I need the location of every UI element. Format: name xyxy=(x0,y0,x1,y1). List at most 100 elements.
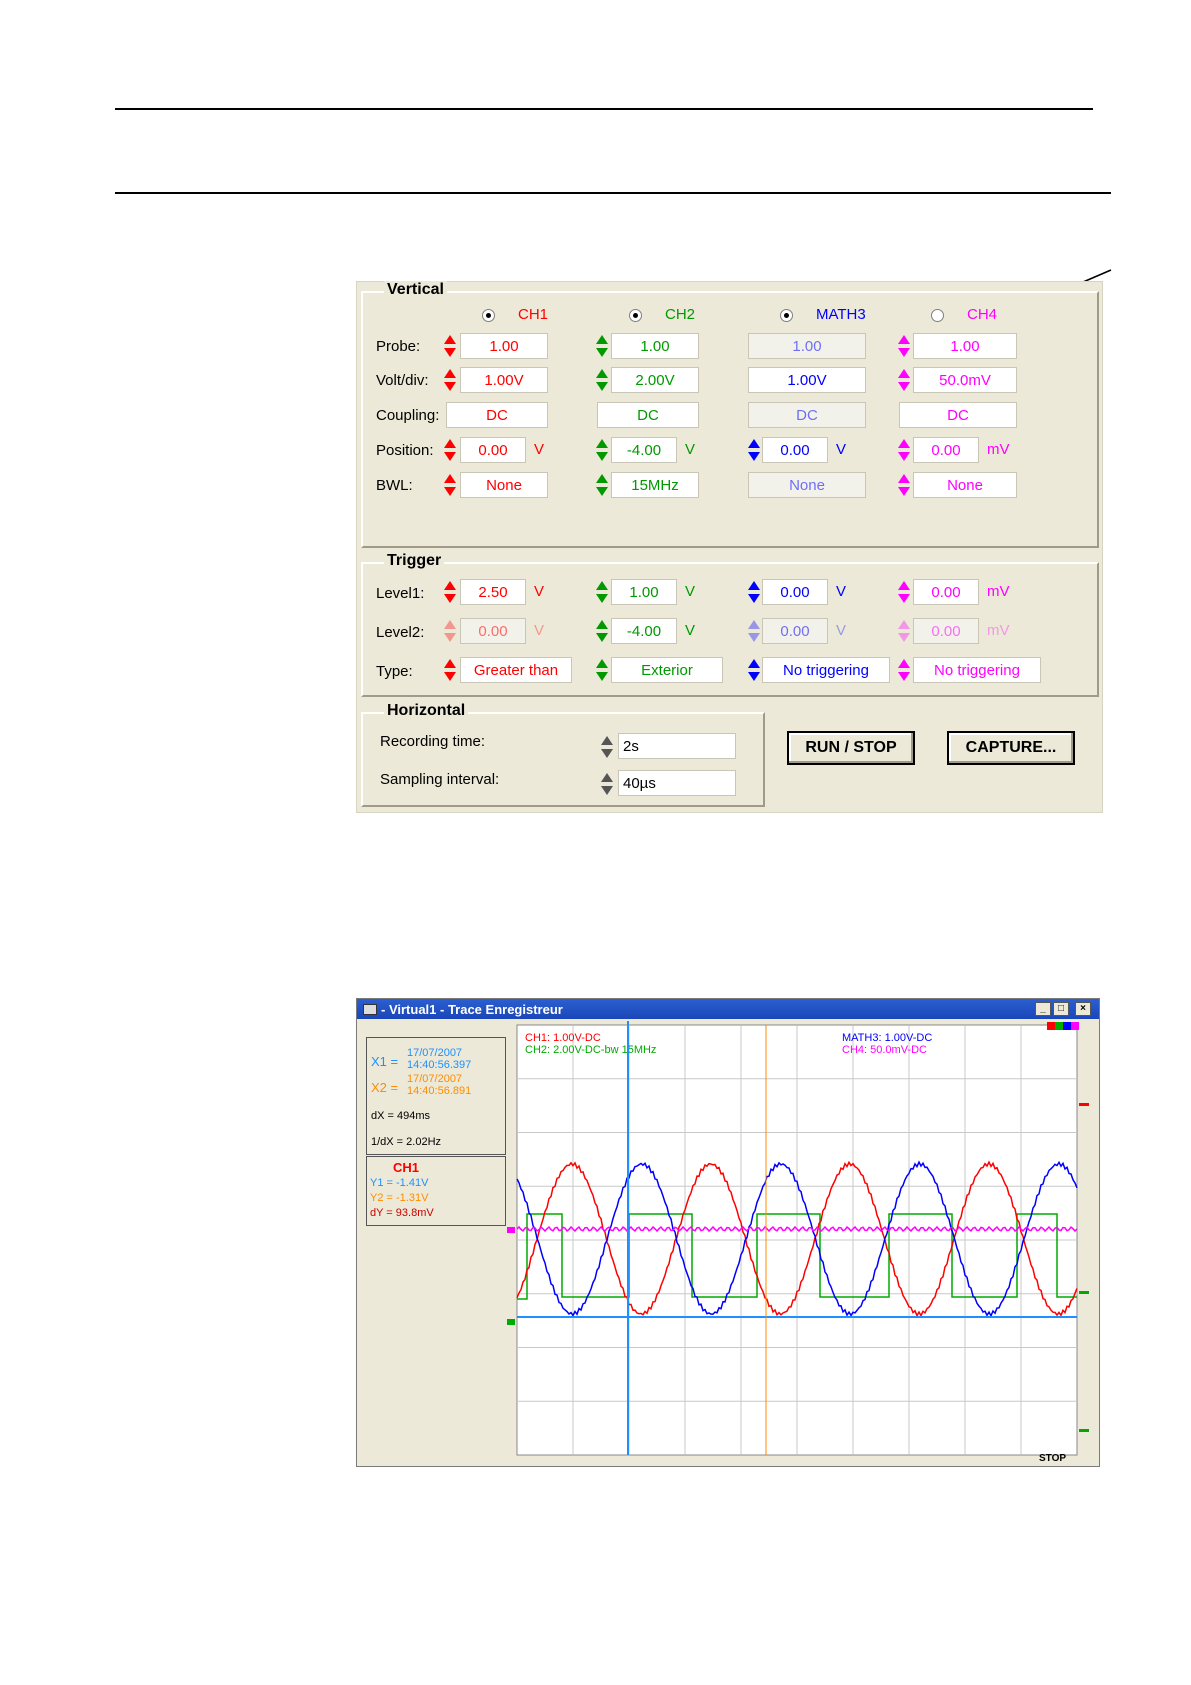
channel-radio-math3[interactable] xyxy=(780,309,793,322)
vertical-field-1-3-value: 50.0mV xyxy=(939,371,991,389)
trigger-field-1-2[interactable]: 0.00 xyxy=(762,618,828,644)
vertical-field-1-2[interactable]: 1.00V xyxy=(748,367,866,393)
vertical-field-2-0[interactable]: DC xyxy=(446,402,548,428)
trigger-field-1-3[interactable]: 0.00 xyxy=(913,618,979,644)
vertical-field-0-0[interactable]: 1.00 xyxy=(460,333,548,359)
trigger-field-0-3[interactable]: 0.00 xyxy=(913,579,979,605)
vertical-field-1-1[interactable]: 2.00V xyxy=(611,367,699,393)
trigger-field-2-3[interactable]: No triggering xyxy=(913,657,1041,683)
vertical-field-4-0[interactable]: None xyxy=(460,472,548,498)
trigger-spinner-0-3[interactable] xyxy=(897,579,911,605)
vertical-field-3-0-value: 0.00 xyxy=(478,441,508,459)
vertical-field-2-3[interactable]: DC xyxy=(899,402,1017,428)
horizontal-title: Horizontal xyxy=(384,702,469,720)
vertical-field-4-0-value: None xyxy=(486,476,522,494)
channel-header-ch2: CH2 xyxy=(665,306,696,323)
trigger-field-1-2-value: 0.00 xyxy=(780,622,810,640)
vertical-field-3-0[interactable]: 0.00 xyxy=(460,437,526,463)
trigger-field-2-2[interactable]: No triggering xyxy=(762,657,890,683)
trigger-spinner-1-1[interactable] xyxy=(595,618,609,644)
channel-radio-ch4[interactable] xyxy=(931,309,944,322)
vertical-field-0-3[interactable]: 1.00 xyxy=(913,333,1017,359)
sampling-interval-spinner[interactable] xyxy=(600,771,614,797)
trigger-field-0-0[interactable]: 2.50 xyxy=(460,579,526,605)
channel-header-ch4: CH4 xyxy=(967,306,998,323)
vertical-field-0-2-value: 1.00 xyxy=(792,337,822,355)
vertical-spinner-0-1[interactable] xyxy=(595,333,609,359)
trigger-spinner-1-3[interactable] xyxy=(897,618,911,644)
vertical-field-0-1[interactable]: 1.00 xyxy=(611,333,699,359)
vertical-spinner-3-2[interactable] xyxy=(747,437,761,463)
channel-settings-panel: Vertical Trigger Horizontal CH1 CH2 MATH3 C… xyxy=(356,281,1103,813)
vertical-field-1-3[interactable]: 50.0mV xyxy=(913,367,1017,393)
legend-ch1: CH1: 1.00V-DC xyxy=(525,1032,601,1044)
trigger-field-0-1[interactable]: 1.00 xyxy=(611,579,677,605)
color-swatch-1 xyxy=(1055,1022,1063,1030)
vertical-spinner-4-1[interactable] xyxy=(595,472,609,498)
vertical-field-3-3[interactable]: 0.00 xyxy=(913,437,979,463)
trigger-unit-1-0: V xyxy=(534,622,545,639)
vertical-spinner-1-3[interactable] xyxy=(897,367,911,393)
vertical-spinner-3-1[interactable] xyxy=(595,437,609,463)
vertical-spinner-1-0[interactable] xyxy=(443,367,457,393)
vertical-spinner-0-3[interactable] xyxy=(897,333,911,359)
trigger-field-0-2[interactable]: 0.00 xyxy=(762,579,828,605)
vertical-field-3-2-value: 0.00 xyxy=(780,441,810,459)
vertical-field-4-1[interactable]: 15MHz xyxy=(611,472,699,498)
vertical-spinner-0-0[interactable] xyxy=(443,333,457,359)
vertical-unit-3-3: mV xyxy=(987,441,1010,458)
trigger-spinner-2-0[interactable] xyxy=(443,657,457,683)
vertical-field-3-1[interactable]: -4.00 xyxy=(611,437,677,463)
channel-header-ch1: CH1 xyxy=(518,306,549,323)
vertical-field-1-0-value: 1.00V xyxy=(484,371,524,389)
vertical-field-1-0[interactable]: 1.00V xyxy=(460,367,548,393)
trigger-spinner-0-2[interactable] xyxy=(747,579,761,605)
vertical-field-4-2-value: None xyxy=(789,476,825,494)
vertical-field-0-3-value: 1.00 xyxy=(950,337,980,355)
channel-radio-ch2[interactable] xyxy=(629,309,642,322)
vertical-field-4-3[interactable]: None xyxy=(913,472,1017,498)
run-stop-button[interactable]: RUN / STOP xyxy=(787,731,915,765)
vertical-spinner-4-0[interactable] xyxy=(443,472,457,498)
trigger-spinner-1-2[interactable] xyxy=(747,618,761,644)
vertical-spinner-4-3[interactable] xyxy=(897,472,911,498)
vertical-field-4-1-value: 15MHz xyxy=(631,476,679,494)
trigger-field-2-1[interactable]: Exterior xyxy=(611,657,723,683)
trigger-spinner-2-2[interactable] xyxy=(747,657,761,683)
vertical-field-2-1[interactable]: DC xyxy=(597,402,699,428)
trigger-field-1-1[interactable]: -4.00 xyxy=(611,618,677,644)
vertical-field-1-2-value: 1.00V xyxy=(787,371,827,389)
trigger-unit-1-2: V xyxy=(836,622,847,639)
vertical-spinner-3-3[interactable] xyxy=(897,437,911,463)
trace-recorder-window: - Virtual1 - Trace Enregistreur _ □ × X1… xyxy=(356,998,1100,1467)
trigger-spinner-2-1[interactable] xyxy=(595,657,609,683)
recording-time-field[interactable]: 2s xyxy=(618,733,736,759)
trigger-field-1-0[interactable]: 0.00 xyxy=(460,618,526,644)
vertical-field-3-1-value: -4.00 xyxy=(626,441,662,459)
trigger-spinner-0-0[interactable] xyxy=(443,579,457,605)
sampling-interval-field[interactable]: 40µs xyxy=(618,770,736,796)
channel-radio-ch1[interactable] xyxy=(482,309,495,322)
trigger-field-2-0[interactable]: Greater than xyxy=(460,657,572,683)
vertical-field-2-2[interactable]: DC xyxy=(748,402,866,428)
vertical-field-0-2[interactable]: 1.00 xyxy=(748,333,866,359)
vertical-field-1-1-value: 2.00V xyxy=(635,371,675,389)
trigger-field-0-3-value: 0.00 xyxy=(931,583,961,601)
vertical-field-2-2-value: DC xyxy=(796,406,818,424)
vertical-field-4-2[interactable]: None xyxy=(748,472,866,498)
vertical-field-3-2[interactable]: 0.00 xyxy=(762,437,828,463)
trigger-spinner-0-1[interactable] xyxy=(595,579,609,605)
trigger-spinner-1-0[interactable] xyxy=(443,618,457,644)
recording-time-label: Recording time: xyxy=(380,733,486,750)
trigger-spinner-2-3[interactable] xyxy=(897,657,911,683)
vertical-spinner-3-0[interactable] xyxy=(443,437,457,463)
trace-plot[interactable]: CH1: 1.00V-DCCH2: 2.00V-DC-bw 15MHz MATH3… xyxy=(357,999,1099,1466)
vertical-spinner-1-1[interactable] xyxy=(595,367,609,393)
trigger-unit-1-3: mV xyxy=(987,622,1010,639)
capture-button[interactable]: CAPTURE... xyxy=(947,731,1075,765)
vertical-row-label-4: BWL: xyxy=(376,477,413,494)
vertical-field-3-3-value: 0.00 xyxy=(931,441,961,459)
recording-time-spinner[interactable] xyxy=(600,734,614,760)
legend-math3: MATH3: 1.00V-DC xyxy=(842,1032,932,1044)
vertical-field-0-1-value: 1.00 xyxy=(640,337,670,355)
